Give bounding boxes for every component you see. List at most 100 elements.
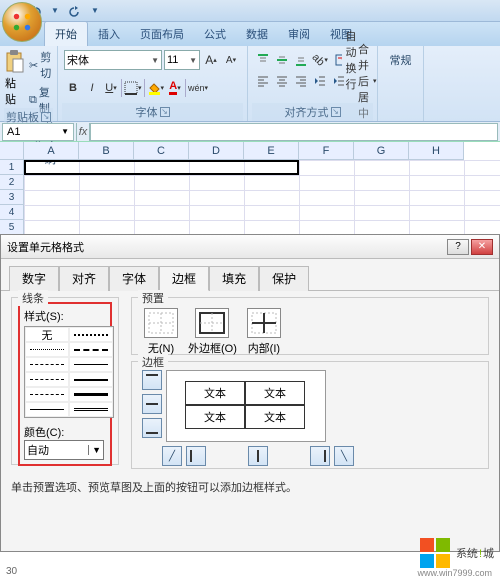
- row-header[interactable]: 1: [0, 160, 24, 175]
- formula-input[interactable]: [90, 123, 498, 141]
- preset-none[interactable]: 无(N): [144, 308, 178, 356]
- font-name-combo[interactable]: 宋体▼: [64, 50, 162, 70]
- chevron-down-icon: ▼: [151, 56, 159, 65]
- border-right-button[interactable]: [310, 446, 330, 466]
- paste-label: 粘贴: [5, 75, 25, 107]
- shrink-font-button[interactable]: A▾: [222, 50, 240, 70]
- tab-formulas[interactable]: 公式: [194, 22, 236, 46]
- fill-color-button[interactable]: ▾: [146, 78, 166, 98]
- group-clipboard: 粘贴 ✂剪切 ⧉复制 🖌格式刷 剪贴板↘: [0, 46, 58, 121]
- dtab-border[interactable]: 边框: [159, 266, 209, 291]
- phonetic-button[interactable]: wén▾: [187, 78, 209, 98]
- style-opt[interactable]: [69, 357, 113, 372]
- tab-data[interactable]: 数据: [236, 22, 278, 46]
- style-opt[interactable]: [69, 372, 113, 387]
- bold-button[interactable]: B: [64, 78, 82, 98]
- col-header[interactable]: G: [354, 142, 409, 160]
- align-bottom-button[interactable]: [292, 50, 310, 70]
- style-opt[interactable]: [25, 357, 69, 372]
- border-top-button[interactable]: [142, 370, 162, 390]
- close-button[interactable]: ✕: [471, 239, 493, 255]
- col-header[interactable]: A: [24, 142, 79, 160]
- qat-dropdown-icon[interactable]: ▼: [48, 4, 62, 18]
- dtab-font[interactable]: 字体: [109, 266, 159, 291]
- border-preview[interactable]: 文本 文本 文本 文本: [166, 370, 326, 442]
- tab-home[interactable]: 开始: [44, 21, 88, 46]
- align-center-button[interactable]: [273, 71, 291, 91]
- dialog-tabs: 数字 对齐 字体 边框 填充 保护: [1, 259, 499, 291]
- office-button[interactable]: [2, 2, 42, 42]
- dtab-alignment[interactable]: 对齐: [59, 266, 109, 291]
- dialog-titlebar[interactable]: 设置单元格格式 ? ✕: [1, 235, 499, 259]
- row-header[interactable]: 5: [0, 220, 24, 235]
- col-header[interactable]: E: [244, 142, 299, 160]
- style-opt[interactable]: [25, 387, 69, 402]
- col-header[interactable]: H: [409, 142, 464, 160]
- redo-icon[interactable]: [68, 4, 82, 18]
- border-diag-down-button[interactable]: ╲: [334, 446, 354, 466]
- cell-grid[interactable]: [24, 160, 500, 235]
- tab-pagelayout[interactable]: 页面布局: [130, 22, 194, 46]
- fx-icon[interactable]: fx: [76, 123, 90, 141]
- grow-font-button[interactable]: A▴: [202, 50, 220, 70]
- font-dialog-launcher[interactable]: ↘: [160, 107, 170, 117]
- style-opt[interactable]: [25, 372, 69, 387]
- style-opt[interactable]: [69, 387, 113, 402]
- line-style-picker[interactable]: 无: [24, 326, 114, 418]
- style-opt[interactable]: [25, 402, 69, 417]
- col-header[interactable]: D: [189, 142, 244, 160]
- align-group-label: 对齐方式: [285, 104, 329, 120]
- preset-inside[interactable]: 内部(I): [247, 308, 281, 356]
- paste-button[interactable]: 粘贴: [4, 48, 26, 108]
- row-header[interactable]: 4: [0, 205, 24, 220]
- line-legend: 线条: [18, 290, 48, 306]
- style-opt[interactable]: [69, 402, 113, 417]
- border-diag-up-button[interactable]: ╱: [162, 446, 182, 466]
- tab-review[interactable]: 审阅: [278, 22, 320, 46]
- dtab-number[interactable]: 数字: [9, 266, 59, 291]
- cut-button[interactable]: ✂剪切: [28, 48, 57, 82]
- row-header[interactable]: 3: [0, 190, 24, 205]
- underline-button[interactable]: U▾: [102, 78, 120, 98]
- line-color-combo[interactable]: 自动 ▼: [24, 440, 104, 460]
- orientation-button[interactable]: ab▾: [311, 50, 329, 70]
- border-hmiddle-button[interactable]: [142, 394, 162, 414]
- align-dialog-launcher[interactable]: ↘: [331, 107, 341, 117]
- tab-insert[interactable]: 插入: [88, 22, 130, 46]
- italic-button[interactable]: I: [83, 78, 101, 98]
- watermark-url: www.win7999.com: [417, 568, 492, 578]
- decrease-indent-button[interactable]: [311, 71, 329, 91]
- preset-outline[interactable]: 外边框(O): [188, 308, 237, 356]
- group-alignment: ab▾ 自动换行 合并后居中▾ 对齐方式↘: [248, 46, 378, 121]
- watermark: 系统!城: [420, 538, 494, 568]
- border-vmiddle-button[interactable]: [248, 446, 268, 466]
- increase-indent-button[interactable]: [330, 71, 348, 91]
- row-header[interactable]: 2: [0, 175, 24, 190]
- border-left-button[interactable]: [186, 446, 206, 466]
- col-header[interactable]: B: [79, 142, 134, 160]
- style-opt[interactable]: [69, 327, 113, 342]
- font-color-button[interactable]: A▾: [166, 78, 184, 98]
- quick-access-toolbar: ▼ ▼: [0, 0, 500, 22]
- dtab-fill[interactable]: 填充: [209, 266, 259, 291]
- style-opt[interactable]: [25, 342, 69, 357]
- col-header[interactable]: F: [299, 142, 354, 160]
- style-opt[interactable]: [69, 342, 113, 357]
- col-header[interactable]: C: [134, 142, 189, 160]
- clipboard-dialog-launcher[interactable]: ↘: [41, 112, 51, 122]
- dtab-protection[interactable]: 保护: [259, 266, 309, 291]
- font-size-combo[interactable]: 11▼: [164, 50, 200, 70]
- align-right-button[interactable]: [292, 71, 310, 91]
- merge-center-button[interactable]: 合并后居中▾: [349, 71, 371, 91]
- name-box[interactable]: A1▼: [2, 123, 74, 141]
- style-none[interactable]: 无: [25, 327, 69, 342]
- borders-button[interactable]: ▾: [123, 78, 143, 98]
- scissors-icon: ✂: [29, 59, 38, 72]
- align-left-button[interactable]: [254, 71, 272, 91]
- align-top-button[interactable]: [254, 50, 272, 70]
- qat-customize-icon[interactable]: ▼: [88, 4, 102, 18]
- border-bottom-button[interactable]: [142, 418, 162, 438]
- select-all-corner[interactable]: [0, 142, 24, 160]
- help-button[interactable]: ?: [447, 239, 469, 255]
- align-middle-button[interactable]: [273, 50, 291, 70]
